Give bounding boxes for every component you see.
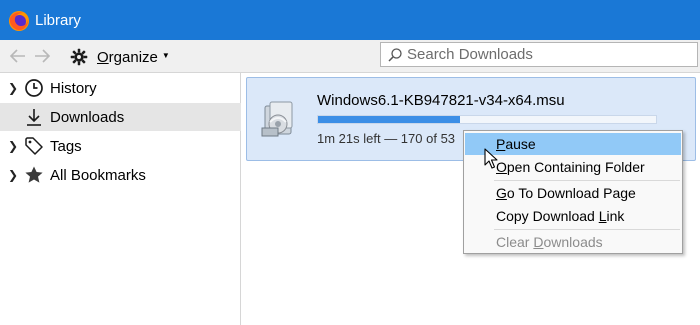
sidebar-item-tags[interactable]: ❯ Tags (0, 132, 241, 160)
download-icon (27, 109, 41, 126)
sidebar: ❯ History Downloads ❯ Tags ❯ All Bookmar… (0, 73, 241, 325)
sidebar-item-downloads[interactable]: Downloads (0, 103, 241, 131)
download-status: 1m 21s left — 170 of 53 (317, 131, 456, 146)
search-box[interactable] (380, 42, 698, 67)
star-icon (25, 166, 43, 183)
clock-icon (25, 79, 43, 97)
arrow-left-icon[interactable] (8, 46, 28, 66)
menu-separator (494, 229, 680, 230)
tag-icon (25, 137, 43, 155)
arrow-right-icon[interactable] (32, 46, 52, 66)
sidebar-item-label: All Bookmarks (50, 166, 146, 184)
expand-chevron-icon[interactable]: ❯ (6, 168, 20, 182)
installer-package-icon (261, 101, 293, 137)
expand-chevron-icon[interactable]: ❯ (6, 81, 20, 95)
window-title: Library (35, 12, 81, 29)
menu-item-copy-download-link[interactable]: Copy Download Link (465, 205, 681, 227)
expand-chevron-icon[interactable]: ❯ (6, 139, 20, 153)
search-input[interactable] (407, 45, 692, 64)
download-progress-bar (317, 115, 657, 124)
menu-item-clear-downloads: Clear Downloads (496, 234, 603, 250)
download-progress-fill (318, 116, 460, 123)
sidebar-item-label: History (50, 79, 97, 97)
mouse-pointer-icon (484, 148, 498, 169)
download-file-name: Windows6.1-KB947821-v34-x64.msu (317, 92, 565, 109)
gear-icon (70, 48, 88, 66)
sidebar-item-all-bookmarks[interactable]: ❯ All Bookmarks (0, 161, 241, 189)
firefox-icon (9, 11, 29, 31)
organize-button[interactable]: Organize ▼ (70, 46, 170, 68)
sidebar-item-label: Downloads (50, 108, 125, 126)
menu-item-go-to-download-page[interactable]: Go To Download Page (465, 182, 681, 204)
title-bar: Library (0, 0, 700, 40)
sidebar-item-history[interactable]: ❯ History (0, 74, 241, 102)
sidebar-item-label: Tags (50, 137, 82, 155)
organize-label: Organize (97, 48, 158, 66)
search-icon (388, 48, 402, 62)
menu-separator (494, 180, 680, 181)
caret-down-icon: ▼ (161, 50, 170, 60)
